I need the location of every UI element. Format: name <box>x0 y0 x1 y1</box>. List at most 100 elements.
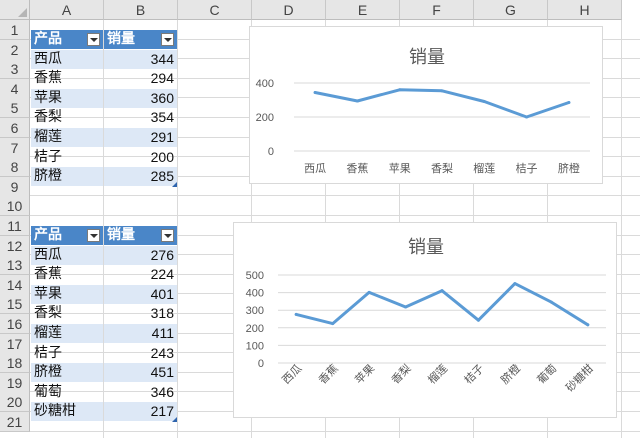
column-header-a[interactable]: A <box>30 0 104 20</box>
row-header-17[interactable]: 17 <box>0 333 30 354</box>
table2-sales-cell[interactable]: 217 <box>104 402 177 422</box>
table1-header-product[interactable]: 产品 <box>31 30 103 49</box>
row-header-7[interactable]: 7 <box>0 137 30 158</box>
row-header-15[interactable]: 15 <box>0 294 30 315</box>
chart2-x-tick-label: 香蕉 <box>316 362 341 387</box>
row-header-5[interactable]: 5 <box>0 98 30 119</box>
column-header-d[interactable]: D <box>252 0 326 20</box>
row-header-9[interactable]: 9 <box>0 176 30 197</box>
table2-sales-cell[interactable]: 224 <box>104 265 177 284</box>
table1-product-cell[interactable]: 桔子 <box>31 148 103 167</box>
table2-product-cell[interactable]: 苹果 <box>31 284 103 304</box>
table1-sales-cell[interactable]: 285 <box>104 167 177 187</box>
table2-sales-cell[interactable]: 318 <box>104 304 177 323</box>
gridline-horizontal <box>30 430 640 432</box>
table2-sales-cell[interactable]: 276 <box>104 245 177 265</box>
table1-sales-cell[interactable]: 294 <box>104 69 177 88</box>
table1-sales-filter-button[interactable] <box>161 33 174 46</box>
table2-product-cell[interactable]: 葡萄 <box>31 383 103 402</box>
table2-product-cell[interactable]: 脐橙 <box>31 363 103 383</box>
row-header-12[interactable]: 12 <box>0 235 30 256</box>
table1-product-filter-button[interactable] <box>87 33 100 46</box>
table2-sales-cell[interactable]: 243 <box>104 344 177 363</box>
row-header-2[interactable]: 2 <box>0 39 30 60</box>
table2-header-product-label: 产品 <box>34 227 62 243</box>
chart2-data-point <box>476 318 480 322</box>
table1-sales-cell[interactable]: 291 <box>104 128 177 147</box>
select-all-corner[interactable] <box>0 0 30 20</box>
table1-header-sales-label: 销量 <box>107 31 135 47</box>
table2-sales-cell[interactable]: 346 <box>104 383 177 402</box>
chart1-y-tick-label: 400 <box>256 78 274 90</box>
row-header-16[interactable]: 16 <box>0 314 30 334</box>
chart1-x-tick-label: 脐橙 <box>558 161 580 175</box>
table2-product-cell[interactable]: 桔子 <box>31 344 103 363</box>
chart2-x-tick-label: 香梨 <box>388 361 413 386</box>
row-header-14[interactable]: 14 <box>0 274 30 295</box>
table1-product-cell[interactable]: 香蕉 <box>31 69 103 88</box>
chart2-y-tick-label: 0 <box>258 358 264 370</box>
row-header-21[interactable]: 21 <box>0 412 30 432</box>
table1-product-cell[interactable]: 西瓜 <box>31 49 103 69</box>
column-header-c[interactable]: C <box>178 0 252 20</box>
chart1-title: 销量 <box>409 47 445 68</box>
table1-product-cell[interactable]: 苹果 <box>31 88 103 108</box>
row-header-10[interactable]: 10 <box>0 196 30 217</box>
table2-product-cell[interactable]: 榴莲 <box>31 324 103 343</box>
table2-sales-cell[interactable]: 451 <box>104 363 177 383</box>
row-header-4[interactable]: 4 <box>0 78 30 99</box>
row-header-18[interactable]: 18 <box>0 353 30 374</box>
table2-header-product[interactable]: 产品 <box>31 226 103 245</box>
chart2-title: 销量 <box>408 237 444 258</box>
chart2-data-point <box>586 323 590 327</box>
table2-product-cell[interactable]: 西瓜 <box>31 245 103 265</box>
column-header-h[interactable]: H <box>548 0 622 20</box>
table1-header-sales[interactable]: 销量 <box>104 30 177 49</box>
chart2-y-tick-label: 200 <box>246 323 264 335</box>
chart1-data-point <box>398 88 402 92</box>
table2-product-cell[interactable]: 香梨 <box>31 304 103 323</box>
table1-sales-cell[interactable]: 200 <box>104 148 177 167</box>
table2-sales-cell[interactable]: 411 <box>104 324 177 343</box>
table1-product-cell[interactable]: 榴莲 <box>31 128 103 147</box>
gridline-horizontal <box>30 195 640 197</box>
column-header-e[interactable]: E <box>326 0 400 20</box>
chart2-y-tick-label: 300 <box>246 305 264 317</box>
table1-resize-handle[interactable] <box>172 181 177 187</box>
chart1-data-point <box>355 99 359 103</box>
row-header-13[interactable]: 13 <box>0 255 30 276</box>
table2-sales-cell[interactable]: 401 <box>104 284 177 304</box>
table1-sales-cell[interactable]: 344 <box>104 49 177 69</box>
table1-sales-cell[interactable]: 354 <box>104 108 177 127</box>
chart1-data-point <box>567 101 571 105</box>
table2-product-cell[interactable]: 香蕉 <box>31 265 103 284</box>
chart2-x-tick-label: 西瓜 <box>280 362 305 387</box>
table2-header-sales-label: 销量 <box>107 227 135 243</box>
sales-line-chart-1[interactable]: 销量 0 200 400 西瓜 香蕉 苹果 香梨 榴莲 桔子 脐橙 <box>249 26 603 184</box>
row-header-20[interactable]: 20 <box>0 392 30 413</box>
row-header-11[interactable]: 11 <box>0 216 30 236</box>
table1-product-cell[interactable]: 香梨 <box>31 108 103 127</box>
column-header-g[interactable]: G <box>474 0 548 20</box>
row-header-3[interactable]: 3 <box>0 59 30 80</box>
row-header-6[interactable]: 6 <box>0 118 30 138</box>
table1-header-product-label: 产品 <box>34 31 62 47</box>
table2-product-cell[interactable]: 砂糖柑 <box>31 402 103 422</box>
table2-resize-handle[interactable] <box>172 417 177 422</box>
row-header-1[interactable]: 1 <box>0 20 30 40</box>
chart2-x-tick-label: 苹果 <box>352 361 377 386</box>
table2-header-sales[interactable]: 销量 <box>104 226 177 245</box>
sales-line-chart-2[interactable]: 销量 0 100 200 300 400 500 西瓜 香蕉 苹果 香梨 榴莲 桔子 脐橙 葡萄 砂糖柑 <box>233 222 617 418</box>
chart2-x-tick-label: 葡萄 <box>535 362 560 387</box>
table2-product-filter-button[interactable] <box>87 229 100 242</box>
row-header-8[interactable]: 8 <box>0 157 30 178</box>
column-header-f[interactable]: F <box>400 0 474 20</box>
row-header-19[interactable]: 19 <box>0 372 30 393</box>
table1-sales-cell[interactable]: 360 <box>104 88 177 108</box>
table2-sales-filter-button[interactable] <box>161 229 174 242</box>
gridline-vertical <box>177 20 178 438</box>
chart1-x-tick-label: 西瓜 <box>304 162 326 175</box>
column-header-b[interactable]: B <box>104 0 178 20</box>
table1-product-cell[interactable]: 脐橙 <box>31 167 103 187</box>
chart2-data-point <box>440 289 444 293</box>
